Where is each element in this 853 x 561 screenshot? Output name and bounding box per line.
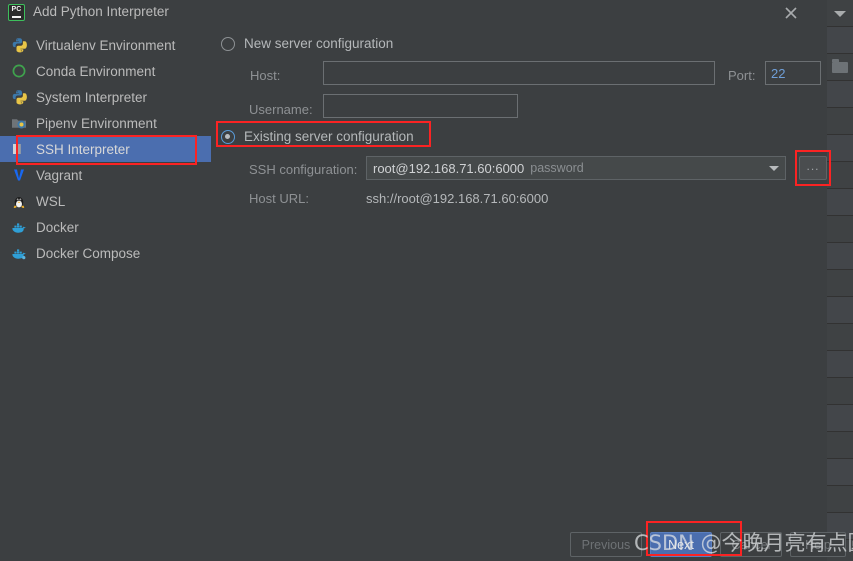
bg-panel-cell	[827, 108, 853, 135]
conda-icon	[11, 63, 27, 79]
ssh-configuration-label: SSH configuration:	[249, 162, 358, 177]
bg-panel-cell	[827, 162, 853, 189]
dialog-titlebar: PC Add Python Interpreter	[0, 0, 827, 26]
sidebar-item-label: Docker Compose	[36, 245, 141, 261]
sidebar-item-conda-environment[interactable]: Conda Environment	[0, 58, 211, 84]
host-url-label: Host URL:	[249, 191, 309, 206]
sidebar-item-label: SSH Interpreter	[36, 141, 130, 157]
ssh-icon	[11, 141, 27, 157]
new-server-configuration-option[interactable]: New server configuration	[221, 36, 393, 51]
sidebar-item-wsl[interactable]: WSL	[0, 188, 211, 214]
sidebar-item-vagrant[interactable]: Vagrant	[0, 162, 211, 188]
sidebar-item-docker[interactable]: Docker	[0, 214, 211, 240]
new-server-radio[interactable]	[221, 36, 235, 51]
browse-dots-label: ...	[806, 159, 820, 173]
host-input[interactable]	[323, 61, 715, 85]
screenshot-root: PC Add Python Interpreter Virtualenv Env…	[0, 0, 853, 561]
ssh-configuration-value: root@192.168.71.60:6000	[373, 160, 525, 176]
bg-panel-cell	[827, 432, 853, 459]
host-label: Host:	[250, 68, 281, 83]
close-icon[interactable]	[781, 3, 801, 23]
sidebar-item-label: Vagrant	[36, 167, 83, 183]
sidebar-item-virtualenv-environment[interactable]: Virtualenv Environment	[0, 32, 211, 58]
sidebar-item-ssh-interpreter[interactable]: SSH Interpreter	[0, 136, 211, 162]
bg-panel-cell	[827, 297, 853, 324]
bg-panel-cell	[827, 486, 853, 513]
port-input[interactable]	[765, 61, 821, 85]
ssh-configuration-dropdown[interactable]: root@192.168.71.60:6000 password	[366, 156, 786, 180]
ssh-configuration-auth-type: password	[530, 161, 584, 175]
bg-panel-cell	[827, 216, 853, 243]
sidebar-item-label: WSL	[36, 193, 66, 209]
docker-icon	[11, 219, 27, 235]
bg-panel-cell	[827, 378, 853, 405]
bg-panel-cell	[827, 27, 853, 54]
username-input[interactable]	[323, 94, 518, 118]
sidebar-item-system-interpreter[interactable]: System Interpreter	[0, 84, 211, 110]
bg-panel-cell	[827, 324, 853, 351]
sidebar-item-label: Docker	[36, 219, 79, 235]
port-label: Port:	[728, 68, 756, 83]
host-url-value: ssh://root@192.168.71.60:6000	[366, 191, 549, 206]
virtualenv-icon	[11, 37, 27, 53]
sidebar-item-label: Conda Environment	[36, 63, 156, 79]
bg-panel-cell	[827, 459, 853, 486]
existing-server-radio[interactable]	[221, 129, 235, 144]
bg-panel-cell	[827, 243, 853, 270]
vagrant-icon	[11, 167, 27, 183]
sidebar-item-docker-compose[interactable]: Docker Compose	[0, 240, 211, 266]
interpreter-type-list[interactable]: Virtualenv Environment Conda Environment	[0, 32, 211, 266]
docker-compose-icon	[11, 245, 27, 261]
next-button[interactable]: Next	[650, 532, 712, 557]
bg-panel-cell	[827, 351, 853, 378]
pipenv-icon	[11, 115, 27, 131]
username-label: Username:	[249, 102, 313, 117]
pycharm-icon: PC	[8, 4, 25, 21]
folder-icon	[832, 59, 848, 73]
add-python-interpreter-dialog: PC Add Python Interpreter Virtualenv Env…	[0, 0, 846, 561]
bg-panel-cell	[827, 405, 853, 432]
sidebar-item-pipenv-environment[interactable]: Pipenv Environment	[0, 110, 211, 136]
help-button[interactable]: Help	[790, 532, 846, 557]
python-icon	[11, 89, 27, 105]
ssh-configuration-browse-button[interactable]: ...	[799, 156, 827, 180]
bg-panel-cell	[827, 0, 853, 27]
cancel-button[interactable]: Cancel	[720, 532, 782, 557]
dialog-title: Add Python Interpreter	[33, 4, 169, 19]
bg-panel-cell	[827, 81, 853, 108]
existing-server-configuration-option[interactable]: Existing server configuration	[221, 129, 414, 144]
bg-panel-cell	[827, 270, 853, 297]
wsl-icon	[11, 193, 27, 209]
previous-button[interactable]: Previous	[570, 532, 642, 557]
chevron-down-icon[interactable]	[769, 165, 779, 171]
existing-server-label: Existing server configuration	[244, 129, 414, 144]
bg-panel-cell	[827, 54, 853, 81]
background-ide-panel	[826, 0, 853, 561]
sidebar-item-label: Pipenv Environment	[36, 115, 157, 131]
new-server-label: New server configuration	[244, 36, 394, 51]
interpreter-settings-pane: New server configuration Host: Port: Use…	[211, 28, 827, 561]
bg-panel-cell	[827, 189, 853, 216]
chevron-down-icon	[834, 11, 846, 17]
sidebar-item-label: System Interpreter	[36, 89, 148, 105]
bg-panel-cell	[827, 135, 853, 162]
sidebar-item-label: Virtualenv Environment	[36, 37, 176, 53]
